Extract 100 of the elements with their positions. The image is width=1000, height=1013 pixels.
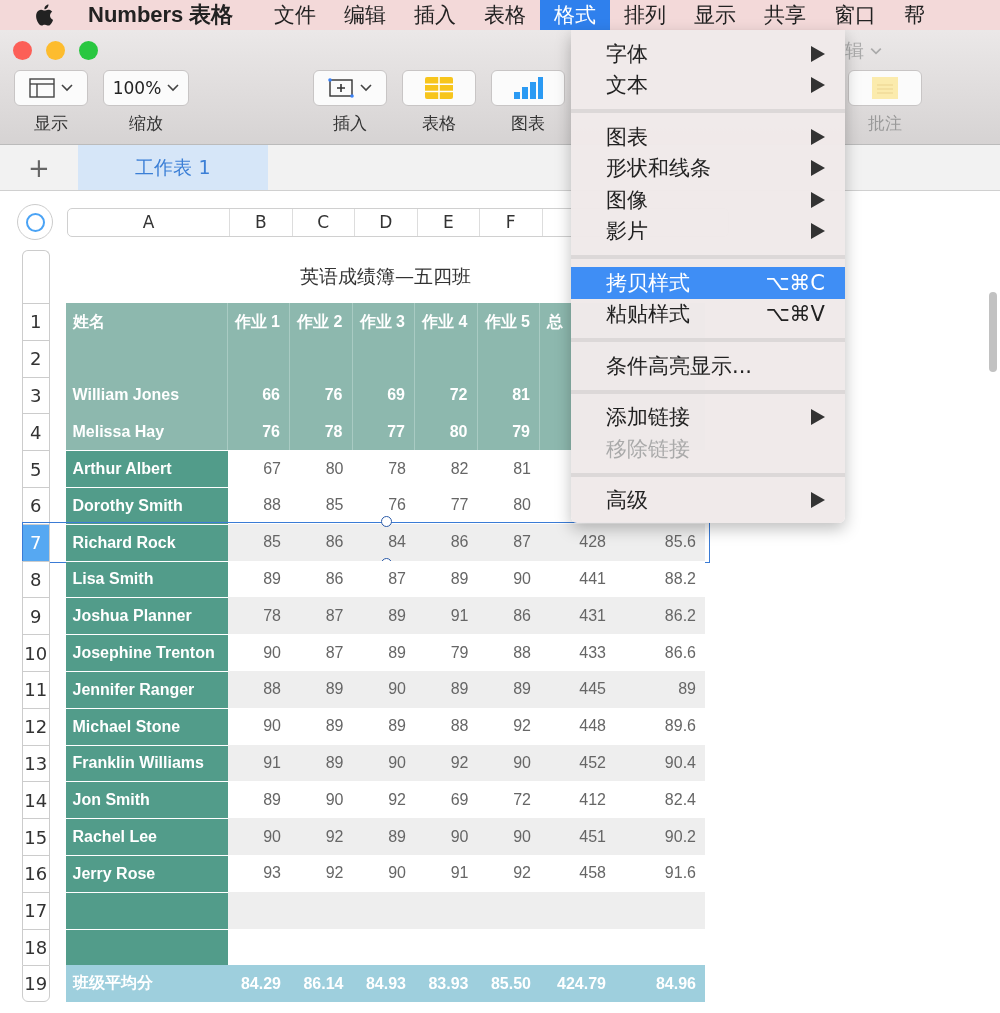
row-number[interactable]: 10	[22, 634, 50, 671]
chevron-icon[interactable]	[870, 47, 882, 55]
menu-bar-item[interactable]: 帮	[890, 0, 940, 30]
table-cell: Michael Stone	[65, 707, 228, 745]
menu-bar-item[interactable]: 文件	[260, 0, 331, 30]
row-number[interactable]: 8	[22, 560, 50, 598]
row-number[interactable]: 5	[22, 450, 50, 487]
menu-item[interactable]: 影片	[571, 215, 845, 247]
menu-bar-item[interactable]: 插入	[400, 0, 471, 30]
row-number[interactable]: 1	[22, 303, 50, 340]
column-header[interactable]: F	[480, 208, 543, 236]
row-number[interactable]: 3	[22, 376, 50, 414]
menu-item[interactable]: 形状和线条	[571, 152, 845, 184]
table-button[interactable]	[402, 70, 476, 106]
table-cell: 86.14	[290, 965, 353, 1003]
submenu-arrow-icon	[811, 77, 825, 94]
table-cell: 69	[352, 376, 415, 414]
table-cell: 87	[477, 523, 540, 561]
insert-button[interactable]	[313, 70, 387, 106]
scrollbar[interactable]	[989, 292, 997, 372]
table-cell: William Jones	[65, 376, 228, 414]
table-cell: 76	[290, 376, 353, 414]
row-number[interactable]: 14	[22, 781, 50, 819]
chevron-icon	[61, 84, 73, 92]
table-cell: 428	[540, 523, 615, 561]
toolbar-label: 显示	[34, 112, 68, 135]
add-sheet-button[interactable]: +	[0, 145, 78, 190]
menu-bar-item[interactable]: 编辑	[330, 0, 401, 30]
column-header[interactable]: E	[417, 208, 480, 236]
menu-item[interactable]: 字体	[571, 38, 845, 70]
view-button[interactable]	[14, 70, 88, 106]
table-cell: 89	[290, 744, 353, 782]
menu-bar-item[interactable]: 窗口	[820, 0, 891, 30]
toolbar-label: 图表	[511, 112, 545, 135]
table-cell: 90	[415, 818, 478, 855]
row-number[interactable]: 13	[22, 744, 50, 782]
menu-item[interactable]: 文本	[571, 69, 845, 101]
table-cell: 90	[227, 818, 290, 855]
app-name[interactable]: Numbers 表格	[88, 0, 234, 30]
submenu-arrow-icon	[811, 492, 825, 509]
table-cell: 90.4	[615, 744, 705, 782]
table-cell: Lisa Smith	[65, 560, 228, 598]
table-cell: 452	[540, 744, 615, 782]
table-cell: 87	[290, 597, 353, 635]
table-cell: 84.29	[227, 965, 290, 1003]
chevron-icon	[360, 84, 372, 92]
close-button[interactable]	[13, 40, 32, 60]
table-cell: 84.93	[352, 965, 415, 1003]
table-cell: 88	[227, 670, 290, 708]
table-cell: Joshua Planner	[65, 597, 228, 635]
menu-bar-item[interactable]: 显示	[680, 0, 751, 30]
zoom-button[interactable]	[79, 40, 98, 60]
table-cell: 91	[415, 597, 478, 635]
toolbar-label: 批注	[868, 112, 902, 135]
table-cell: 92	[290, 818, 353, 855]
table-icon	[425, 77, 453, 99]
table-cell: 作业 3	[352, 303, 415, 340]
zoom-button[interactable]: 100%	[103, 70, 189, 106]
table-cell: 92	[415, 744, 478, 782]
column-header[interactable]: B	[230, 208, 293, 236]
row-number[interactable]: 9	[22, 597, 50, 635]
table-cell: 84	[352, 523, 415, 561]
menu-item[interactable]: 添加链接	[571, 401, 845, 433]
column-header[interactable]: D	[355, 208, 418, 236]
table-title: 英语成绩簿—五四班	[300, 265, 471, 287]
table-cell: 90	[352, 744, 415, 782]
table-cell: 84.96	[615, 965, 705, 1003]
table-cell: 86	[415, 523, 478, 561]
menu-item[interactable]: 图表	[571, 121, 845, 153]
apple-icon[interactable]	[36, 3, 56, 27]
row-number[interactable]: 16	[22, 854, 50, 892]
table-cell: Arthur Albert	[65, 450, 228, 487]
chart-button[interactable]	[491, 70, 565, 106]
submenu-arrow-icon	[811, 45, 825, 62]
row-number[interactable]: 2	[22, 339, 50, 377]
table-cell: 89	[477, 670, 540, 708]
table-cell: 姓名	[65, 303, 228, 340]
table-cell: 86	[477, 597, 540, 635]
table-cell: 76	[227, 413, 290, 451]
row-number[interactable]: 15	[22, 818, 50, 855]
select-all-button[interactable]	[17, 204, 53, 240]
row-number[interactable]: 19	[22, 965, 50, 1003]
row-number[interactable]: 12	[22, 707, 50, 745]
menu-bar-item[interactable]: 格式	[540, 0, 611, 30]
menu-item[interactable]: 条件高亮显示...	[571, 350, 845, 382]
menu-item[interactable]: 高级	[571, 484, 845, 516]
column-header[interactable]: C	[292, 208, 355, 236]
menu-item[interactable]: 图像	[571, 184, 845, 216]
table-cell: 85	[227, 523, 290, 561]
menu-bar-item[interactable]: 表格	[470, 0, 541, 30]
row-number[interactable]: 17	[22, 891, 50, 929]
table-cell: 作业 4	[415, 303, 478, 340]
menu-bar-item[interactable]: 排列	[610, 0, 681, 30]
row-number[interactable]: 18	[22, 928, 50, 966]
minimize-button[interactable]	[46, 40, 65, 60]
menu-bar-item[interactable]: 共享	[750, 0, 821, 30]
table-cell: 86	[290, 523, 353, 561]
row-number[interactable]: 4	[22, 413, 50, 451]
column-header[interactable]: A	[68, 208, 230, 236]
row-number[interactable]: 11	[22, 670, 50, 708]
